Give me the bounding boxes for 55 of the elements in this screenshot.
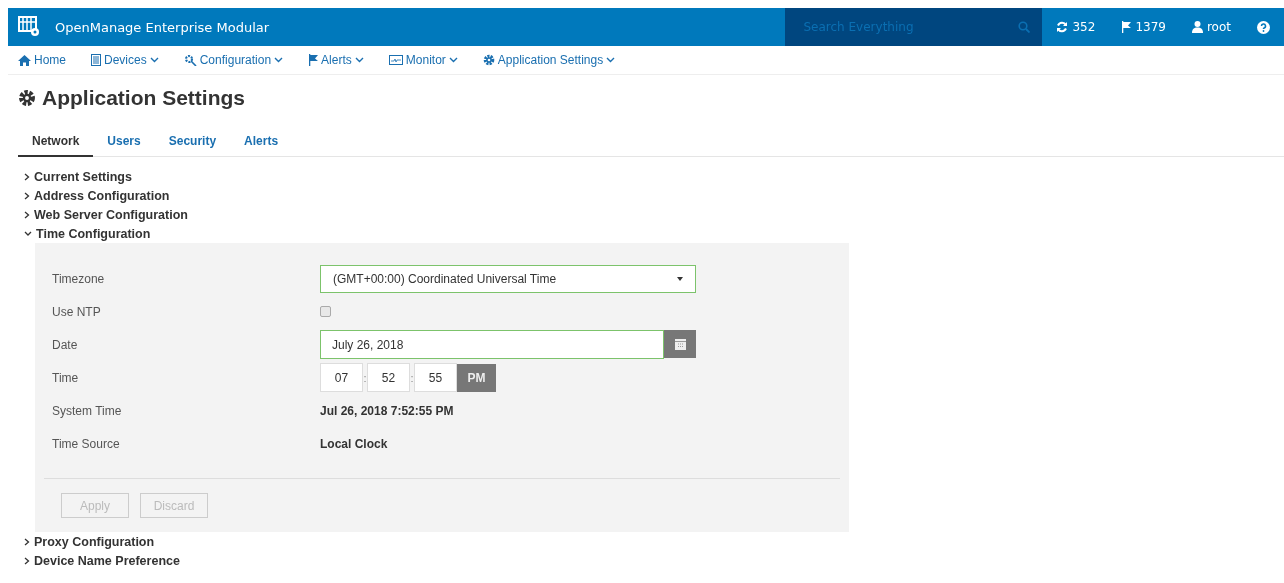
chevron-right-icon — [24, 537, 30, 546]
tab[interactable]: Alerts — [230, 130, 293, 157]
field-value: Jul 26, 2018 7:52:55 PM — [320, 403, 454, 418]
logo-icon — [18, 16, 41, 38]
chevron-right-icon — [24, 210, 30, 219]
section-header[interactable]: Time Configuration — [24, 224, 1284, 243]
minute-field[interactable]: 52 — [367, 363, 410, 392]
hour-field[interactable]: 07 — [320, 363, 363, 392]
header-link[interactable]: 1379 — [1121, 20, 1166, 34]
second-field[interactable]: 55 — [414, 363, 457, 392]
caret-icon — [677, 276, 683, 281]
monitor-icon — [388, 55, 403, 65]
section-header[interactable]: Proxy Configuration — [24, 532, 1284, 551]
field-label: Time Source — [52, 436, 121, 451]
checkbox[interactable] — [320, 306, 331, 317]
nav-link[interactable]: Home — [18, 53, 66, 67]
chevron-right-icon — [24, 556, 30, 565]
home-icon — [18, 54, 31, 66]
tab[interactable]: Security — [154, 130, 231, 157]
flag-icon — [308, 54, 319, 66]
field-value: Local Clock — [320, 436, 388, 451]
field-label: Time — [52, 370, 80, 385]
field-label: Use NTP — [52, 304, 102, 319]
user-menu[interactable]: root — [1191, 20, 1231, 34]
chevron-down-icon — [24, 230, 32, 237]
date-field[interactable]: July 26, 2018 — [320, 330, 664, 359]
field-label: System Time — [52, 403, 123, 418]
am-pm-toggle[interactable]: PM — [457, 363, 496, 392]
time-separator: : — [410, 371, 414, 384]
nav-link[interactable]: Application Settings — [482, 53, 616, 67]
section-header[interactable]: Address Configuration — [24, 186, 1284, 205]
section-header[interactable]: Device Name Preference — [24, 551, 1284, 570]
calendar-icon — [674, 338, 686, 350]
help-icon[interactable] — [1257, 20, 1270, 34]
nav-link[interactable]: Configuration — [183, 53, 284, 67]
field-label: Date — [52, 337, 79, 352]
chevron-right-icon — [24, 172, 30, 181]
tab[interactable]: Users — [93, 130, 155, 157]
chevron-right-icon — [24, 191, 30, 200]
page-title: Application Settings — [42, 86, 245, 110]
calendar-button[interactable] — [664, 330, 696, 358]
tab[interactable]: Network — [18, 130, 94, 157]
header-link[interactable]: 352 — [1056, 20, 1096, 34]
app-title: OpenManage Enterprise Modular — [55, 19, 271, 35]
nav-link[interactable]: Monitor — [388, 53, 458, 67]
timezone-dropdown[interactable]: (GMT+00:00) Coordinated Universal Time — [320, 264, 696, 293]
nav-link[interactable]: Alerts — [308, 53, 364, 67]
user-icon — [1191, 21, 1203, 33]
section-header[interactable]: Current Settings — [24, 167, 1284, 186]
nav-link[interactable]: Devices — [91, 53, 159, 67]
section-header[interactable]: Web Server Configuration — [24, 205, 1284, 224]
refresh-icon — [1056, 21, 1069, 33]
time-separator: : — [363, 371, 367, 384]
flag-icon — [1121, 21, 1132, 33]
field-label: Timezone — [52, 271, 106, 286]
